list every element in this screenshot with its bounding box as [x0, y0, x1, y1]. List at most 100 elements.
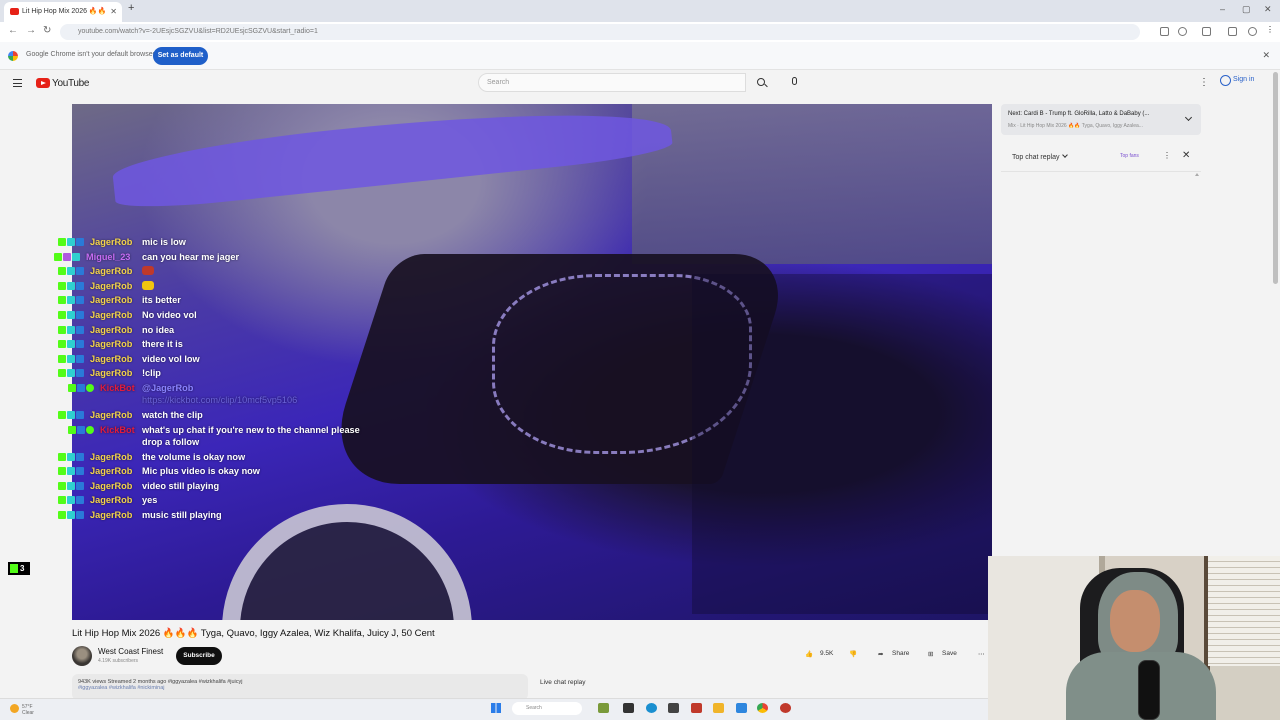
weather-widget[interactable]: 57°F Clear: [10, 704, 34, 716]
kick-badge-icon: [58, 267, 66, 276]
live-chat-replay-label[interactable]: Live chat replay: [540, 679, 586, 686]
browser-tab[interactable]: Lit Hip Hop Mix 2026 🔥🔥 ✕: [4, 2, 122, 22]
widgets-app-icon[interactable]: [598, 703, 609, 713]
tab-title: Lit Hip Hop Mix 2026 🔥🔥: [22, 8, 107, 15]
windows-taskbar: 57°F Clear Search: [0, 698, 988, 720]
taskbar-search[interactable]: Search: [512, 702, 582, 715]
chat-clip-link[interactable]: https://kickbot.com/clip/10mcf5vp5106: [142, 395, 297, 405]
channel-avatar[interactable]: [72, 646, 92, 666]
chat-close-icon[interactable]: ✕: [1182, 150, 1190, 161]
top-fans-button[interactable]: Top fans: [1120, 153, 1139, 159]
url-text: youtube.com/watch?v=-2UEsjcSGZVU&list=RD…: [78, 28, 318, 35]
gift-badge-icon: [76, 354, 84, 363]
dislike-icon[interactable]: 👎: [849, 650, 857, 658]
chat-message: Miguel_23 can you hear me jager: [50, 251, 410, 266]
chat-message: KickBot @JagerRob https://kickbot.com/cl…: [50, 382, 410, 409]
stream-chat-overlay: JagerRob mic is low Miguel_23 can you he…: [50, 236, 410, 524]
chat-username: KickBot: [100, 382, 135, 393]
hamburger-menu-icon[interactable]: [13, 79, 22, 87]
sub-badge-icon: [67, 467, 75, 476]
sub-badge-icon: [67, 354, 75, 363]
chat-mention: @JagerRob: [142, 382, 194, 393]
channel-subscriber-count: 4.19K subscribers: [98, 658, 139, 664]
chat-username: JagerRob: [90, 309, 133, 320]
set-default-button[interactable]: Set as default: [153, 47, 208, 65]
share-button[interactable]: Share: [892, 650, 909, 657]
chat-username: KickBot: [100, 424, 135, 435]
sub-badge-icon: [67, 510, 75, 519]
window-close-icon[interactable]: ✕: [1264, 4, 1272, 15]
sign-in-button[interactable]: Sign in: [1220, 75, 1254, 86]
tab-close-icon[interactable]: ✕: [110, 2, 117, 22]
chat-message: JagerRob Mic plus video is okay now: [50, 465, 410, 480]
minimize-icon[interactable]: –: [1220, 4, 1225, 14]
video-background-wall: [632, 104, 992, 264]
infobar-close-icon[interactable]: ✕: [1262, 50, 1270, 61]
chrome-app-icon[interactable]: [757, 703, 768, 713]
file-explorer-app-icon[interactable]: [623, 703, 634, 713]
chat-message: JagerRob video vol low: [50, 353, 410, 368]
extensions-icon[interactable]: [1202, 27, 1211, 36]
kick-badge-icon: [58, 496, 66, 505]
chat-text: mic is low: [142, 237, 186, 247]
chat-text: watch the clip: [142, 409, 203, 420]
chat-username: JagerRob: [90, 451, 133, 462]
terminal-app-icon[interactable]: [668, 703, 679, 713]
kick-badge-icon: [58, 296, 66, 305]
chevron-down-icon[interactable]: [1184, 113, 1193, 122]
verified-badge-icon: [86, 425, 94, 434]
chat-username: JagerRob: [90, 409, 133, 420]
save-icon[interactable]: ⊞: [928, 650, 933, 658]
chat-text: Mic plus video is okay now: [142, 466, 260, 477]
chat-scroll-up-icon[interactable]: [1195, 173, 1199, 176]
description-line-2: #iggyazalea #wizkhalifa #nickiminaj: [78, 685, 165, 691]
save-button[interactable]: Save: [942, 650, 957, 657]
up-next-card[interactable]: Next: Cardi B - Trump ft. GloRilla, Latt…: [1001, 104, 1201, 135]
chat-username: JagerRob: [90, 280, 133, 291]
sub-badge-icon: [67, 281, 75, 290]
address-bar[interactable]: youtube.com/watch?v=-2UEsjcSGZVU&list=RD…: [60, 24, 1140, 40]
chat-options-icon[interactable]: ⋮: [1163, 151, 1171, 160]
chat-text: !clip: [142, 368, 161, 379]
kick-badge-icon: [54, 252, 62, 261]
forward-icon[interactable]: →: [26, 25, 36, 36]
chat-message: JagerRob: [50, 280, 410, 295]
chat-emote: [142, 280, 154, 291]
weather-desc: Clear: [22, 710, 34, 716]
youtube-logo-icon[interactable]: [36, 78, 50, 88]
share-icon[interactable]: ➦: [878, 650, 883, 658]
more-actions-icon[interactable]: ⋯: [978, 650, 985, 658]
chat-mode-dropdown[interactable]: Top chat replay: [1012, 153, 1067, 161]
youtube-wordmark[interactable]: YouTube: [52, 78, 90, 89]
back-icon[interactable]: ←: [8, 25, 18, 36]
page-scrollbar[interactable]: [1273, 72, 1278, 284]
gift-badge-icon: [76, 325, 84, 334]
media-app-icon[interactable]: [691, 703, 702, 713]
chat-username: JagerRob: [90, 495, 133, 506]
new-tab-icon[interactable]: +: [128, 2, 134, 14]
downloads-icon[interactable]: [1228, 27, 1237, 36]
search-icon[interactable]: [757, 78, 765, 86]
settings-dots-icon[interactable]: ⋮: [1199, 77, 1209, 88]
windows-start-icon[interactable]: [491, 703, 501, 713]
channel-name[interactable]: West Coast Finest: [98, 647, 163, 656]
webcam-window-blinds: [1208, 556, 1280, 666]
maximize-icon[interactable]: ▢: [1242, 4, 1251, 15]
video-description[interactable]: 943K views Streamed 2 months ago #iggyaz…: [72, 674, 528, 700]
profile-icon[interactable]: [1248, 27, 1257, 36]
obs-app-icon[interactable]: [780, 703, 791, 713]
microphone-icon[interactable]: [792, 77, 797, 85]
edge-app-icon[interactable]: [646, 703, 657, 713]
bookmark-star-icon[interactable]: [1178, 27, 1187, 36]
chat-username: Miguel_23: [86, 251, 131, 262]
like-icon[interactable]: 👍: [805, 650, 813, 658]
like-count[interactable]: 9.5K: [820, 650, 833, 657]
search-input[interactable]: Search: [478, 73, 746, 92]
cast-icon[interactable]: [1160, 27, 1169, 36]
folder-app-icon[interactable]: [713, 703, 724, 713]
live-chat-header: Top chat replay Top fans ⋮ ✕: [1001, 142, 1201, 172]
subscribe-button[interactable]: Subscribe: [176, 647, 222, 665]
reload-icon[interactable]: ↻: [43, 25, 51, 36]
menu-dots-icon[interactable]: ⋮: [1266, 25, 1275, 34]
mail-app-icon[interactable]: [736, 703, 747, 713]
